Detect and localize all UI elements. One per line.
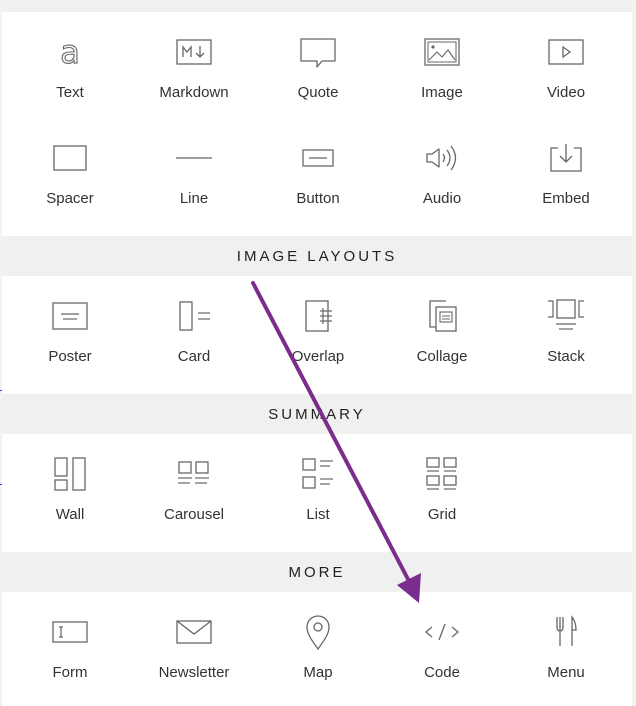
- block-newsletter[interactable]: Newsletter: [132, 592, 256, 698]
- block-label: Newsletter: [158, 664, 230, 681]
- markdown-icon: [174, 32, 214, 72]
- carousel-icon: [174, 454, 214, 494]
- video-icon: [546, 32, 586, 72]
- overlap-icon: [298, 296, 338, 336]
- block-embed[interactable]: Embed: [504, 118, 628, 224]
- block-code[interactable]: Code: [380, 592, 504, 698]
- block-overlap[interactable]: Overlap: [256, 276, 380, 382]
- stack-icon: [546, 296, 586, 336]
- audio-icon: [422, 138, 462, 178]
- code-icon: [422, 612, 462, 652]
- block-map[interactable]: Map: [256, 592, 380, 698]
- newsletter-icon: [174, 612, 214, 652]
- section-header-image-layouts: IMAGE LAYOUTS: [2, 236, 632, 276]
- block-label: Map: [303, 664, 333, 681]
- block-label: Wall: [55, 506, 85, 523]
- edge-mark: [0, 484, 2, 485]
- block-label: Audio: [422, 190, 462, 207]
- block-label: Form: [52, 664, 88, 681]
- block-image[interactable]: Image: [380, 12, 504, 118]
- block-label: Stack: [547, 348, 585, 365]
- block-menu[interactable]: Menu: [504, 592, 628, 698]
- section-header-more: MORE: [2, 552, 632, 592]
- block-poster[interactable]: Poster: [8, 276, 132, 382]
- block-card[interactable]: Card: [132, 276, 256, 382]
- text-icon: a: [50, 32, 90, 72]
- list-icon: [298, 454, 338, 494]
- image-layouts-panel: Poster Card Overlap Collage Stack: [2, 276, 632, 394]
- block-audio[interactable]: Audio: [380, 118, 504, 224]
- block-carousel[interactable]: Carousel: [132, 434, 256, 540]
- block-spacer[interactable]: Spacer: [8, 118, 132, 224]
- block-label: Text: [56, 84, 84, 101]
- block-video[interactable]: Video: [504, 12, 628, 118]
- block-label: Code: [424, 664, 460, 681]
- block-wall[interactable]: Wall: [8, 434, 132, 540]
- quote-icon: [298, 32, 338, 72]
- block-label: Grid: [427, 506, 457, 523]
- card-icon: [174, 296, 214, 336]
- block-stack[interactable]: Stack: [504, 276, 628, 382]
- block-markdown[interactable]: Markdown: [132, 12, 256, 118]
- block-label: Card: [177, 348, 211, 365]
- svg-text:a: a: [60, 33, 80, 71]
- collage-icon: [422, 296, 462, 336]
- block-label: Poster: [48, 348, 92, 365]
- edge-mark: [0, 390, 2, 391]
- line-icon: [174, 138, 214, 178]
- section-header-summary: SUMMARY: [2, 394, 632, 434]
- block-label: Overlap: [291, 348, 345, 365]
- form-icon: [50, 612, 90, 652]
- block-label: Quote: [297, 84, 339, 101]
- block-form[interactable]: Form: [8, 592, 132, 698]
- block-grid[interactable]: Grid: [380, 434, 504, 540]
- image-icon: [422, 32, 462, 72]
- menu-fork-knife-icon: [546, 612, 586, 652]
- block-label: Image: [421, 84, 463, 101]
- block-list[interactable]: List: [256, 434, 380, 540]
- block-label: Button: [296, 190, 340, 207]
- block-label: Collage: [416, 348, 468, 365]
- block-label: Spacer: [46, 190, 94, 207]
- panel-top-strip: [2, 0, 632, 12]
- more-panel: Form Newsletter Map Code Menu: [2, 592, 632, 706]
- block-line[interactable]: Line: [132, 118, 256, 224]
- block-label: Video: [546, 84, 586, 101]
- poster-icon: [50, 296, 90, 336]
- grid-icon: [422, 454, 462, 494]
- block-quote[interactable]: Quote: [256, 12, 380, 118]
- summary-panel: Wall Carousel List Grid: [2, 434, 632, 552]
- embed-icon: [546, 138, 586, 178]
- spacer-icon: [50, 138, 90, 178]
- block-label: Carousel: [163, 506, 225, 523]
- button-icon: [298, 138, 338, 178]
- block-label: Markdown: [159, 84, 229, 101]
- block-label: Line: [179, 190, 209, 207]
- block-label: List: [306, 506, 330, 523]
- block-label: Menu: [547, 664, 585, 681]
- basic-blocks-panel: a Text Markdown Quote Image Video Spacer: [2, 12, 632, 236]
- map-pin-icon: [298, 612, 338, 652]
- block-collage[interactable]: Collage: [380, 276, 504, 382]
- wall-icon: [50, 454, 90, 494]
- block-button[interactable]: Button: [256, 118, 380, 224]
- block-label: Embed: [542, 190, 590, 207]
- block-text[interactable]: a Text: [8, 12, 132, 118]
